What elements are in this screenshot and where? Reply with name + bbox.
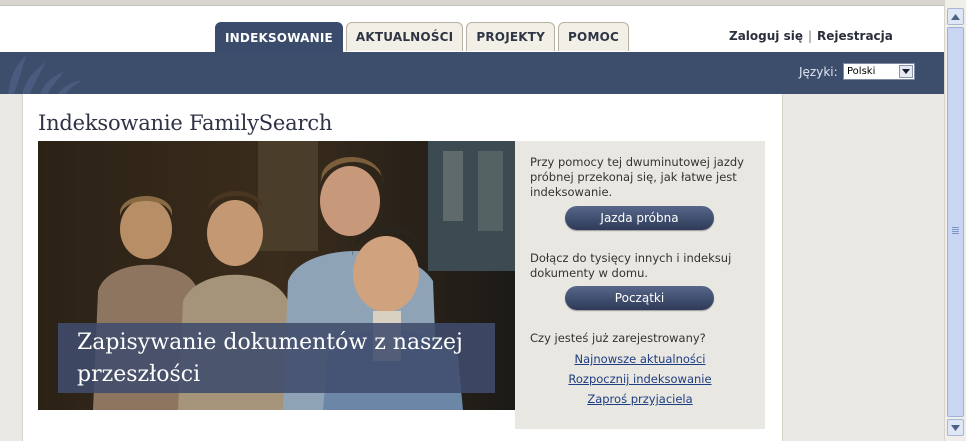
join-text: Dołącz do tysięcy innych i indeksuj doku…	[530, 251, 732, 280]
language-label: Języki:	[799, 65, 838, 79]
tab-indeksowanie[interactable]: INDEKSOWANIE	[215, 22, 343, 52]
vertical-scrollbar[interactable]	[944, 0, 966, 441]
scrollbar-thumb[interactable]	[947, 27, 964, 417]
test-drive-button[interactable]: Jazda próbna	[565, 206, 714, 230]
language-select[interactable]: Polski	[843, 63, 915, 80]
tab-pomoc[interactable]: POMOC	[558, 22, 629, 51]
register-link[interactable]: Rejestracja	[817, 29, 893, 43]
grip-icon	[952, 227, 959, 235]
start-indexing-link[interactable]: Rozpocznij indeksowanie	[515, 372, 765, 386]
hero-photo: Zapisywanie dokumentów z naszej przeszło…	[38, 141, 515, 410]
page-title: Indeksowanie FamilySearch	[38, 111, 333, 135]
hero-caption-box: Zapisywanie dokumentów z naszej przeszło…	[58, 323, 495, 393]
login-link[interactable]: Zaloguj się	[729, 29, 803, 43]
tab-aktualnosci[interactable]: AKTUALNOŚCI	[345, 22, 464, 51]
main-nav-tabs: INDEKSOWANIE AKTUALNOŚCI PROJEKTY POMOC	[215, 22, 629, 52]
side-panel: Przy pomocy tej dwuminutowej jazdy próbn…	[515, 141, 765, 429]
tab-projekty[interactable]: PROJEKTY	[466, 22, 556, 51]
test-drive-text: Przy pomocy tej dwuminutowej jazdy próbn…	[530, 155, 744, 199]
scroll-up-arrow-icon[interactable]	[947, 8, 964, 25]
language-selected-value: Polski	[847, 66, 876, 77]
registered-question: Czy jesteś już zarejestrowany?	[530, 331, 706, 345]
hero-caption: Zapisywanie dokumentów z naszej przeszło…	[77, 330, 463, 387]
header-banner: Języki: Polski	[0, 52, 944, 94]
top-border	[0, 0, 944, 6]
latest-news-link[interactable]: Najnowsze aktualności	[515, 352, 765, 366]
get-started-button[interactable]: Początki	[565, 286, 714, 310]
main-content: Indeksowanie FamilySearch Zapisywanie do…	[22, 94, 783, 441]
invite-friend-link[interactable]: Zaproś przyjaciela	[515, 392, 765, 406]
auth-links: Zaloguj się | Rejestracja	[729, 29, 893, 43]
decorative-leaf-icon	[8, 56, 82, 94]
chevron-down-icon[interactable]	[899, 65, 913, 78]
scroll-down-arrow-icon[interactable]	[947, 419, 964, 436]
auth-separator: |	[807, 29, 813, 43]
